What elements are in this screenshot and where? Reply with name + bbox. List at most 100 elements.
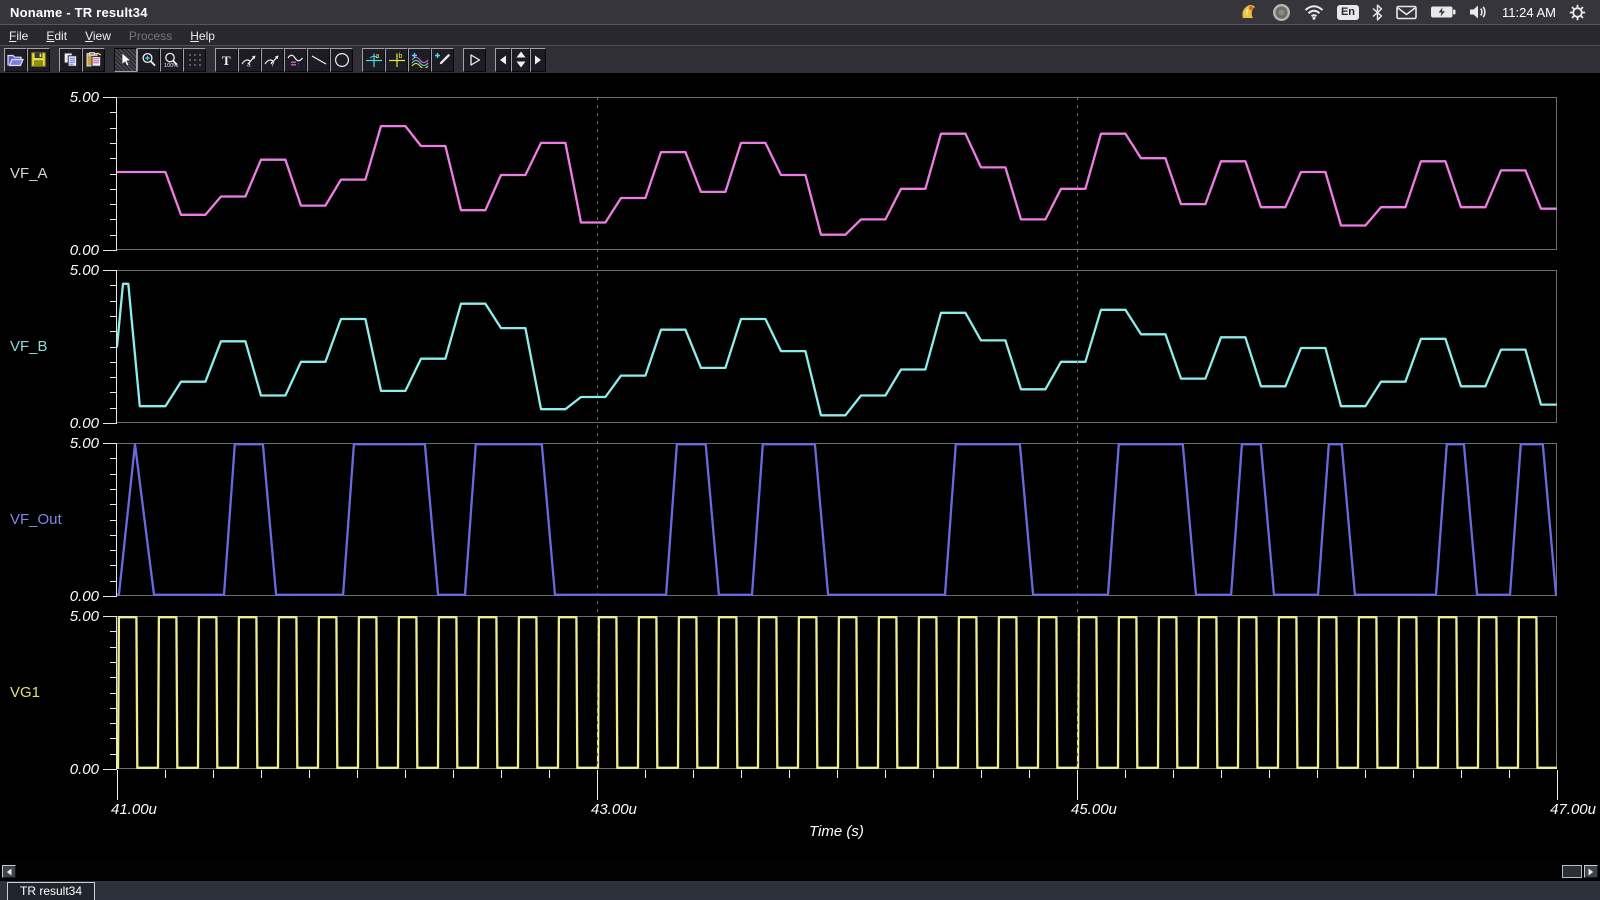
y-tick [110,285,117,286]
probe-tool-button[interactable] [431,48,454,72]
scroll-right-button[interactable] [1584,865,1598,878]
menu-item-file[interactable]: File [0,27,37,45]
scroll-left-button[interactable] [2,865,16,878]
text-tool-button[interactable]: T [215,48,238,72]
x-minor-tick [1509,770,1510,778]
magnifier-plus-icon [141,52,157,68]
y-tick [110,158,117,159]
eyedropper-plus-icon [434,52,452,68]
add-curves-button[interactable] [408,48,431,72]
axis-a-button[interactable]: a [362,48,385,72]
app-silver-icon[interactable] [1272,3,1291,22]
x-major-tick [1077,770,1078,800]
y-tick [110,520,117,521]
line-tool-button[interactable] [307,48,330,72]
x-minor-tick [885,770,886,778]
right-arrow-icon [534,55,542,65]
keyboard-layout-badge[interactable]: En [1337,5,1359,20]
dashed-gridline [1077,97,1078,769]
scrollbar-thumb[interactable] [1562,865,1582,878]
letter-t-icon: T [220,53,233,67]
volume-icon[interactable] [1469,4,1489,20]
signal-label-vf_out: VF_Out [10,511,62,528]
y-tick [110,474,117,475]
clock-text[interactable]: 11:24 AM [1502,5,1556,20]
x-major-tick [1557,770,1558,800]
mail-icon[interactable] [1396,5,1417,20]
waveform-vf_b[interactable] [117,270,1557,423]
y-axis-label-max: 5.00 [53,262,99,279]
y-tick [110,204,117,205]
y-tick [110,189,117,190]
x-minor-tick [1317,770,1318,778]
diagonal-line-icon [311,54,327,66]
waveform-vf_out[interactable] [117,443,1557,596]
run-button[interactable] [463,48,486,72]
waveform-viewer[interactable]: 5.000.00VF_A5.000.00VF_B5.000.00VF_Out5.… [0,73,1600,862]
y-tick [110,550,117,551]
y-tick [103,769,117,770]
x-tick-label: 43.00u [591,801,637,818]
waveform-vf_a[interactable] [117,97,1557,250]
y-tick [110,723,117,724]
horizontal-scrollbar[interactable] [0,862,1600,881]
power-gear-icon[interactable] [1569,4,1586,21]
x-minor-tick [1365,770,1366,778]
result-tab[interactable]: TR result34 [7,882,95,900]
y-tick [110,738,117,739]
prev-page-button[interactable] [495,48,511,72]
grid-button[interactable] [183,48,206,72]
menu-item-help[interactable]: Help [181,27,224,45]
save-button[interactable] [27,48,50,72]
svg-text:a: a [375,53,379,60]
y-tick [110,219,117,220]
ellipse-tool-button[interactable] [330,48,353,72]
open-file-button[interactable] [4,48,27,72]
scroll-right-arrow-icon [1588,868,1594,876]
window-title: Noname - TR result34 [0,5,148,20]
axes-b-icon: b [388,52,406,68]
x-tick-label: 47.00u [1550,801,1596,818]
paste-icon [86,52,102,67]
copy-icon [63,52,78,67]
x-minor-tick [789,770,790,778]
x-major-tick [597,770,598,800]
axis-b-button[interactable]: b [385,48,408,72]
x-minor-tick [1461,770,1462,778]
waveform-vg1[interactable] [117,616,1557,769]
app-yellow-icon[interactable] [1240,3,1259,22]
paste-button[interactable] [82,48,105,72]
menu-item-edit[interactable]: Edit [37,27,76,45]
y-tick [110,377,117,378]
y-tick [110,647,117,648]
select-cursor-button[interactable] [114,48,137,72]
x-minor-tick [309,770,310,778]
toolbar: 100% T a ? : a b [0,45,1600,73]
page-spinner[interactable] [511,48,530,72]
dashed-gridline [597,97,598,769]
zoom-in-button[interactable] [137,48,160,72]
y-axis-label-max: 5.00 [53,89,99,106]
x-minor-tick [693,770,694,778]
battery-icon[interactable] [1430,5,1456,19]
y-tick [110,535,117,536]
y-axis-label-max: 5.00 [53,608,99,625]
zoom-out-100-button[interactable]: 100% [160,48,183,72]
y-tick [103,596,117,597]
left-arrow-icon [499,55,507,65]
y-axis-label-min: 0.00 [53,415,99,432]
menu-item-view[interactable]: View [76,27,120,45]
move-curve-button[interactable]: a [238,48,261,72]
y-tick [110,504,117,505]
y-axis-label-min: 0.00 [53,242,99,259]
copy-button[interactable] [59,48,82,72]
bluetooth-icon[interactable] [1372,4,1383,21]
wifi-icon[interactable] [1304,5,1324,20]
stretch-curve-button[interactable]: ? [261,48,284,72]
y-tick [110,362,117,363]
curve-legend-button[interactable]: : [284,48,307,72]
x-minor-tick [213,770,214,778]
y-tick [110,174,117,175]
next-page-button[interactable] [530,48,546,72]
y-tick [110,458,117,459]
